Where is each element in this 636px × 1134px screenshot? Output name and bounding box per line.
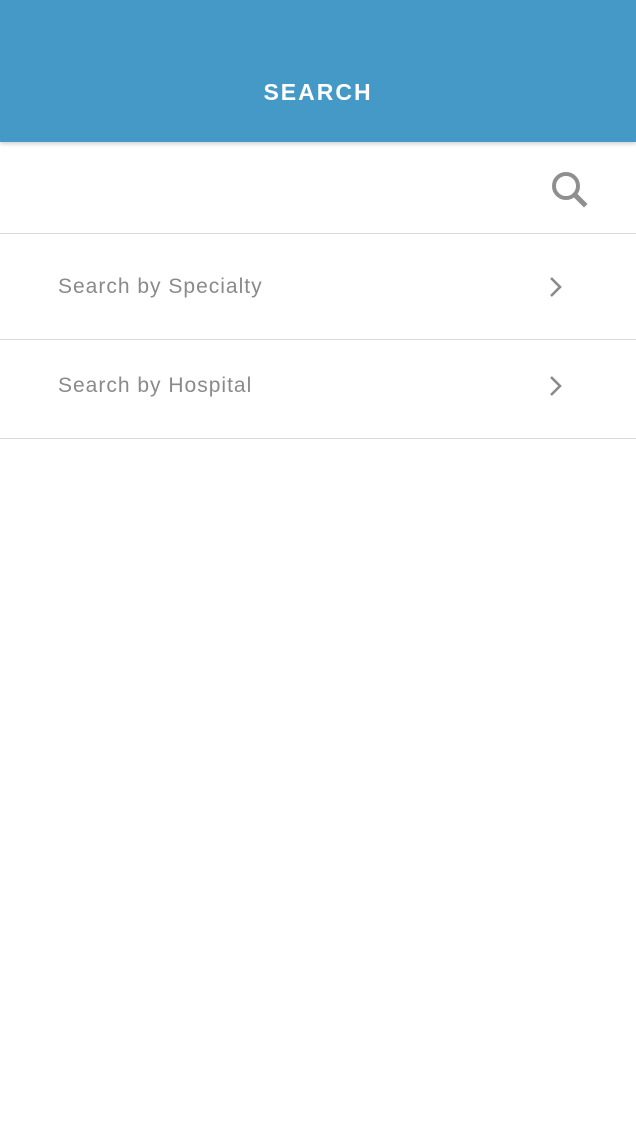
search-input[interactable] — [24, 162, 528, 216]
list-item-label: Search by Hospital — [58, 374, 253, 397]
search-bar — [0, 142, 636, 234]
app-header: SEARCH — [0, 0, 636, 142]
search-screen: SEARCH Search by Specialty Search by Hos… — [0, 0, 636, 1134]
page-title: SEARCH — [263, 79, 373, 105]
list-item-label: Search by Specialty — [58, 275, 263, 298]
search-icon[interactable] — [546, 166, 592, 212]
chevron-right-icon — [544, 275, 568, 299]
list-item-search-by-specialty[interactable]: Search by Specialty — [0, 235, 636, 340]
chevron-right-icon — [544, 374, 568, 398]
list-item-search-by-hospital[interactable]: Search by Hospital — [0, 340, 636, 439]
